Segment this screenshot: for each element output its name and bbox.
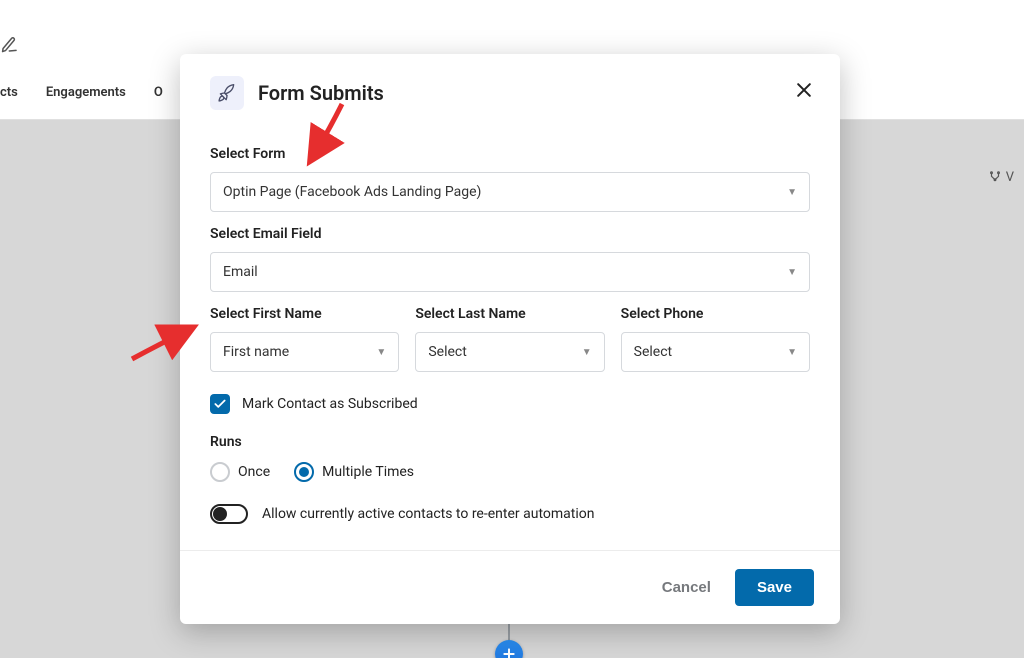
select-first-name-dropdown[interactable]: First name ▼ [210, 332, 399, 372]
radio-icon [294, 462, 314, 482]
modal-title: Form Submits [258, 81, 384, 105]
select-first-name-label: Select First Name [210, 306, 399, 322]
select-form-value: Optin Page (Facebook Ads Landing Page) [223, 184, 481, 200]
modal-body: Select Form Optin Page (Facebook Ads Lan… [180, 124, 840, 550]
cancel-button[interactable]: Cancel [656, 569, 717, 606]
close-button[interactable] [790, 76, 818, 104]
runs-once-radio[interactable]: Once [210, 462, 270, 482]
mark-subscribed-checkbox[interactable] [210, 394, 230, 414]
edit-icon[interactable] [0, 35, 19, 59]
radio-icon [210, 462, 230, 482]
modal-footer: Cancel Save [180, 550, 840, 624]
rocket-icon [210, 76, 244, 110]
chevron-down-icon: ▼ [787, 267, 797, 278]
mark-subscribed-label: Mark Contact as Subscribed [242, 396, 418, 412]
chevron-down-icon: ▼ [787, 347, 797, 358]
chevron-down-icon: ▼ [376, 347, 386, 358]
tab-other-partial[interactable]: O [154, 85, 163, 100]
chevron-down-icon: ▼ [787, 187, 797, 198]
save-button[interactable]: Save [735, 569, 814, 606]
reenter-label: Allow currently active contacts to re-en… [262, 506, 594, 522]
select-email-dropdown[interactable]: Email ▼ [210, 252, 810, 292]
top-tabs: cts Engagements O [0, 85, 163, 100]
select-first-name-value: First name [223, 344, 289, 360]
runs-multiple-radio[interactable]: Multiple Times [294, 462, 414, 482]
reenter-toggle[interactable] [210, 504, 248, 524]
select-phone-value: Select [634, 344, 672, 360]
select-form-dropdown[interactable]: Optin Page (Facebook Ads Landing Page) ▼ [210, 172, 810, 212]
select-email-label: Select Email Field [210, 226, 810, 242]
select-phone-label: Select Phone [621, 306, 810, 322]
select-last-name-dropdown[interactable]: Select ▼ [415, 332, 604, 372]
view-control[interactable]: V [988, 170, 1014, 185]
runs-multiple-label: Multiple Times [322, 464, 414, 480]
form-submits-modal: Form Submits Select Form Optin Page (Fac… [180, 54, 840, 624]
tab-engagements[interactable]: Engagements [46, 85, 126, 100]
select-last-name-label: Select Last Name [415, 306, 604, 322]
select-email-value: Email [223, 264, 258, 280]
tab-contacts-partial[interactable]: cts [0, 85, 18, 100]
select-form-label: Select Form [210, 146, 810, 162]
view-label: V [1006, 170, 1014, 185]
add-node-button[interactable] [495, 640, 523, 658]
runs-once-label: Once [238, 464, 270, 480]
runs-label: Runs [210, 434, 810, 450]
select-phone-dropdown[interactable]: Select ▼ [621, 332, 810, 372]
toggle-knob [213, 507, 227, 521]
chevron-down-icon: ▼ [582, 347, 592, 358]
select-last-name-value: Select [428, 344, 466, 360]
modal-header: Form Submits [180, 54, 840, 124]
